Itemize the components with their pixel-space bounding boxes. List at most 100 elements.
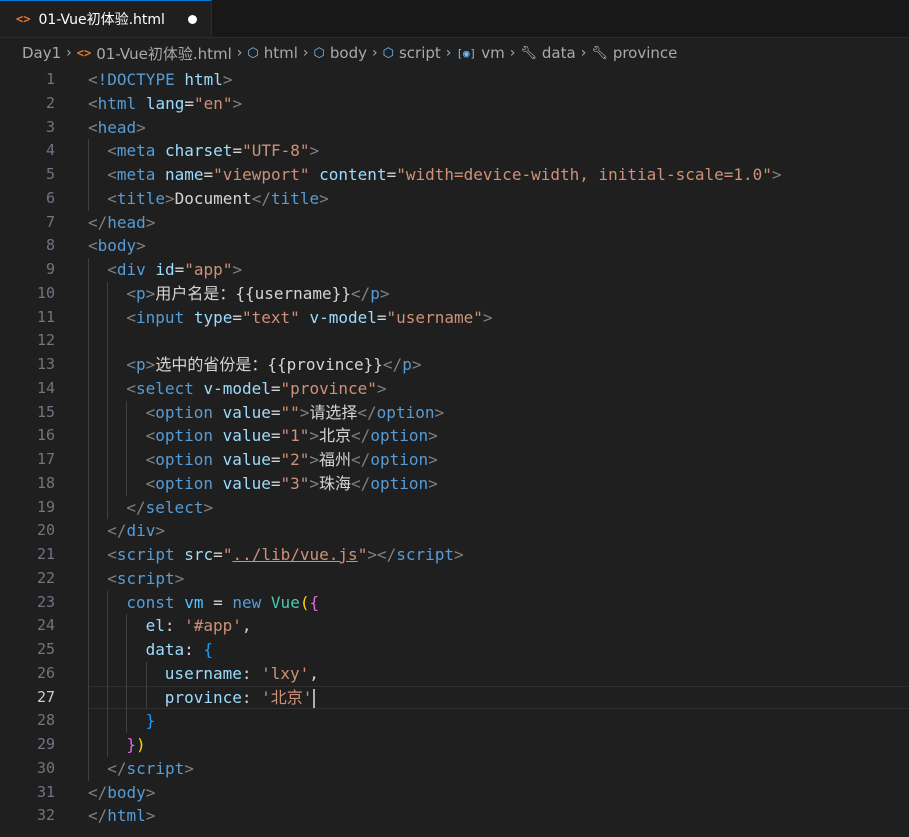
line-number: 25 (36, 640, 55, 658)
code-line[interactable]: 19 </select> (0, 495, 909, 520)
cube-icon: ⬡ (313, 45, 325, 61)
code-token: content (319, 165, 387, 184)
code-token: > (411, 355, 422, 374)
breadcrumb-item-data[interactable]: 🔧︎ data (520, 44, 575, 62)
code-token: < (107, 188, 117, 208)
code-line[interactable]: 27 province: '北京' (0, 685, 909, 710)
breadcrumb-item-vm[interactable]: [◉] vm (456, 44, 504, 62)
code-text: <p>选中的省份是：{{province}}</p> (126, 353, 421, 377)
code-token: < (126, 307, 137, 327)
code-token: username (164, 663, 242, 683)
indent-guide (88, 448, 89, 472)
chevron-right-icon: › (66, 45, 72, 61)
chevron-right-icon: › (372, 45, 378, 61)
indent-guide (88, 186, 89, 211)
code-token: </ (357, 402, 377, 422)
code-token: > (174, 568, 185, 588)
code-line[interactable]: 24 el: '#app', (0, 614, 909, 638)
code-token: script (116, 568, 175, 588)
code-line[interactable]: 28} (0, 709, 909, 733)
code-text: <html lang="en"> (88, 92, 242, 116)
code-token: </ (351, 473, 371, 493)
code-token: option (370, 450, 429, 469)
code-token: " (357, 545, 368, 564)
code-line[interactable]: 15 <option value="">请选择</option> (0, 400, 909, 425)
indent-guide (88, 305, 89, 330)
indent-guide (88, 471, 89, 496)
line-number: 17 (36, 450, 55, 468)
code-editor[interactable]: 1 <!DOCTYPE html> 2 <html lang="en"> 3 <head>… (0, 68, 909, 828)
breadcrumb-item-html[interactable]: ⬡ html (247, 44, 298, 62)
code-line[interactable]: 29}) (0, 733, 909, 757)
code-token: = (174, 260, 185, 279)
code-line[interactable]: 7 </head> (0, 211, 909, 235)
code-token: "username" (386, 307, 483, 327)
line-number: 19 (36, 497, 55, 516)
code-token: "3" (280, 473, 310, 493)
code-token: "viewport" (213, 165, 310, 184)
code-line[interactable]: 4 <meta charset="UTF-8"> (0, 139, 909, 163)
code-line[interactable]: 8 <body> (0, 234, 909, 258)
code-token: value (222, 426, 271, 446)
code-line[interactable]: 13 <p>选中的省份是：{{province}}</p> (0, 353, 909, 377)
line-number: 3 (45, 117, 55, 136)
code-line[interactable]: 23 const vm = new Vue({ (0, 590, 909, 615)
code-token: </ (88, 782, 108, 802)
breadcrumb-item-folder[interactable]: Day1 (22, 44, 61, 62)
indent-guide (126, 709, 128, 733)
code-token: 北京 (319, 426, 352, 446)
code-line[interactable]: 25 data: { (0, 638, 909, 662)
code-line[interactable]: 21 <script src="../lib/vue.js"></script> (0, 543, 909, 567)
code-line[interactable]: 14 <select v-model="province"> (0, 376, 909, 401)
code-line[interactable]: 2 <html lang="en"> (0, 92, 909, 116)
breadcrumb-item-file[interactable]: <> 01-Vue初体验.html (77, 43, 232, 64)
code-line[interactable]: 6 <title>Document</title> (0, 186, 909, 211)
code-token: "province" (280, 378, 377, 398)
code-token: charset (165, 141, 233, 161)
code-token: </ (350, 283, 371, 303)
code-line[interactable]: 30 </script> (0, 756, 909, 781)
code-token: </ (107, 758, 127, 778)
html-file-icon: <> (76, 46, 92, 60)
code-line[interactable]: 20 </div> (0, 519, 909, 543)
indent-guide (126, 448, 128, 472)
breadcrumb-item-script[interactable]: ⬡ script (383, 44, 441, 62)
code-line[interactable]: 1 <!DOCTYPE html> (0, 68, 909, 92)
code-line[interactable]: 5 <meta name="viewport" content="width=de… (0, 163, 909, 187)
indent-guide (107, 638, 109, 662)
line-number: 29 (36, 735, 55, 753)
indent-guide (107, 590, 109, 615)
code-line[interactable]: 26 username: 'lxy', (0, 661, 909, 686)
wrench-icon: 🔧︎ (520, 45, 537, 61)
code-line[interactable]: 32 </html> (0, 804, 909, 828)
code-token: = (232, 141, 243, 161)
code-token: > (222, 70, 233, 89)
indent-guide (107, 353, 109, 377)
line-number: 11 (36, 307, 55, 326)
code-line[interactable]: 3 <head> (0, 116, 909, 140)
code-line[interactable]: 11 <input type="text" v-model="username"> (0, 305, 909, 330)
code-token: > (309, 141, 320, 161)
indent-guide (88, 756, 89, 781)
code-token: : (241, 663, 262, 683)
code-line[interactable]: 12 (0, 329, 909, 353)
code-token: = (184, 93, 194, 113)
code-token: </ (88, 212, 108, 232)
code-line[interactable]: 10 <p>用户名是：{{username}}</p> (0, 281, 909, 306)
line-number: 2 (45, 93, 55, 112)
unsaved-dot-icon[interactable] (188, 14, 197, 24)
indent-guide (88, 424, 89, 448)
code-token: ) (136, 735, 146, 754)
code-line[interactable]: 31 </body> (0, 781, 909, 805)
code-line[interactable]: 22 <script> (0, 566, 909, 591)
code-line[interactable]: 17 <option value="2">福州</option> (0, 448, 909, 472)
editor-tab[interactable]: <> 01-Vue初体验.html (0, 0, 212, 37)
code-line[interactable]: 9 <div id="app"> (0, 258, 909, 282)
indent-guide (107, 281, 109, 306)
code-line[interactable]: 18 <option value="3">珠海</option> (0, 471, 909, 496)
breadcrumb-item-body[interactable]: ⬡ body (314, 44, 367, 62)
code-line[interactable]: 16 <option value="1">北京</option> (0, 424, 909, 448)
breadcrumb-item-province[interactable]: 🔧︎ province (591, 44, 677, 62)
code-token: < (88, 236, 98, 256)
